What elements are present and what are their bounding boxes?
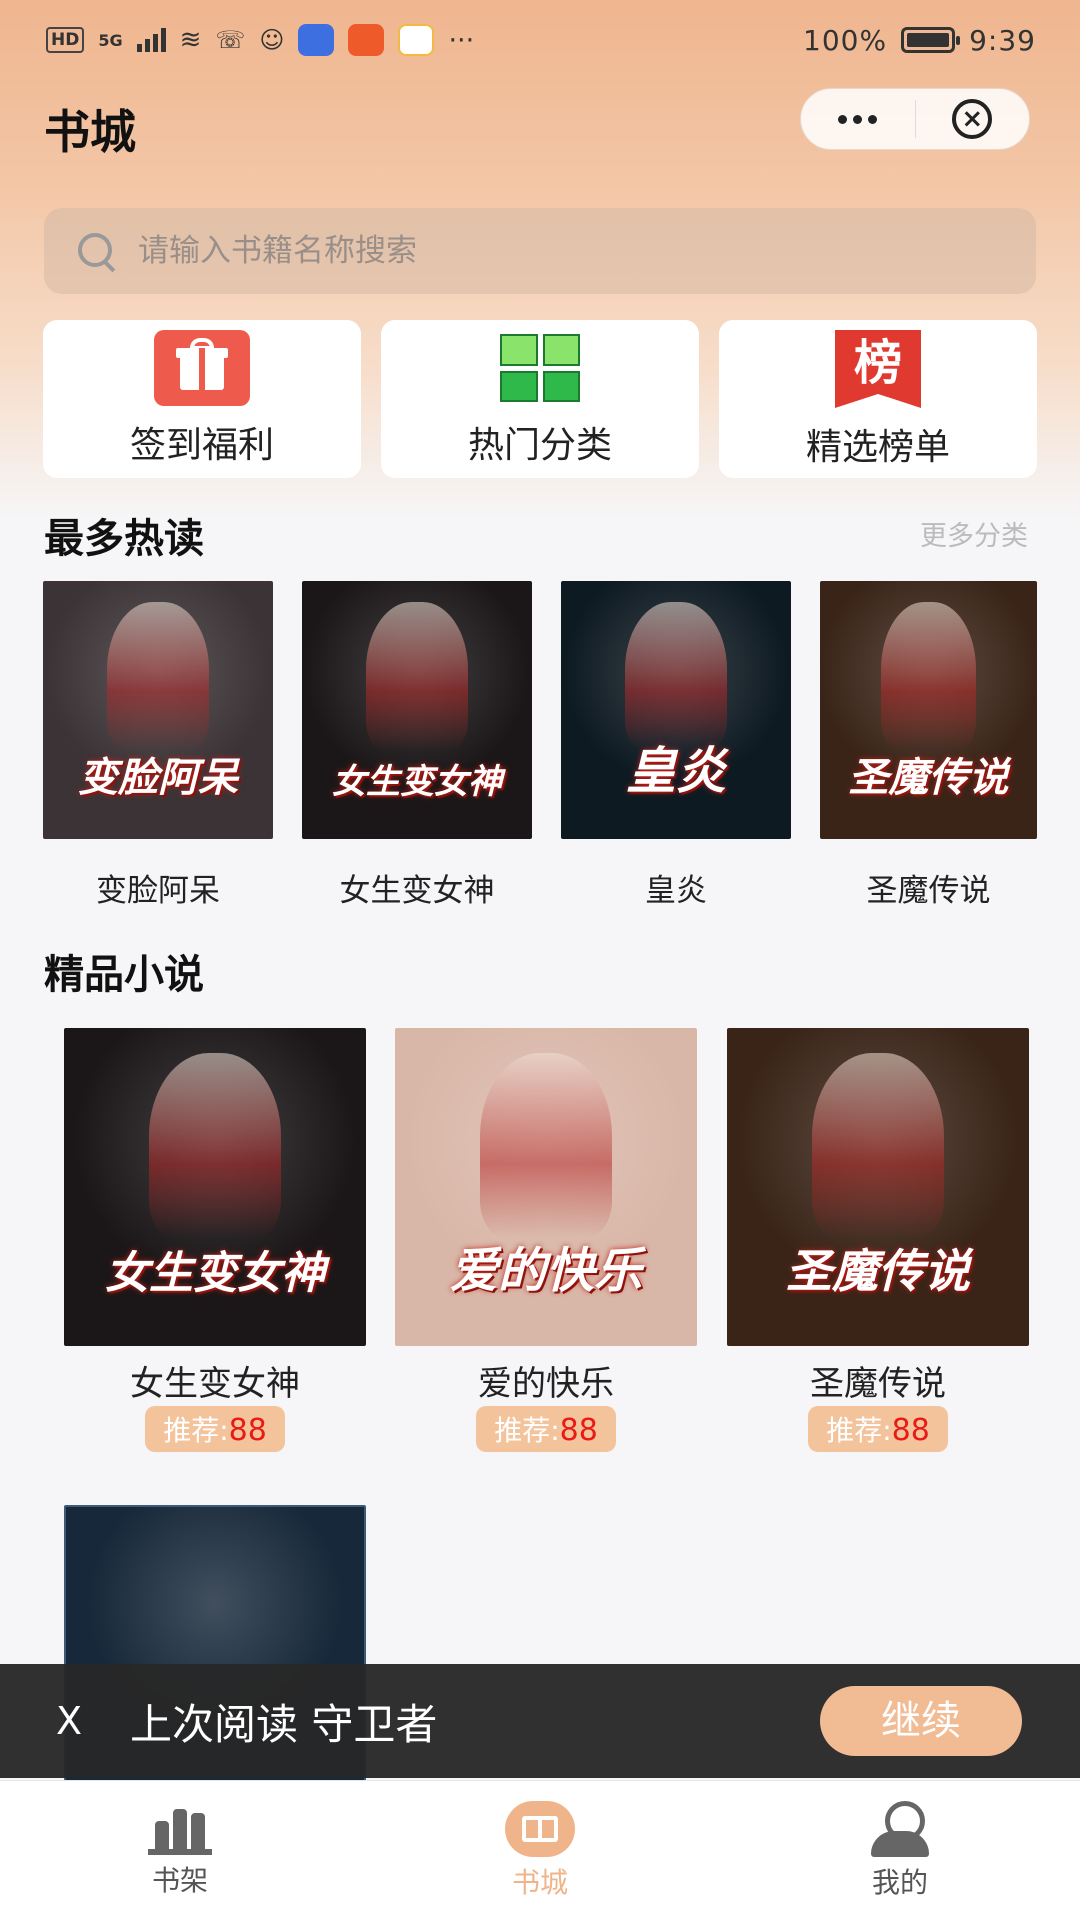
recommend-badge: 推荐:88 (808, 1406, 948, 1452)
badge-prefix: 推荐: (163, 1414, 229, 1447)
battery-icon (901, 27, 961, 53)
book-cover: 圣魔传说 (820, 581, 1037, 839)
cover-figure (148, 1053, 282, 1238)
book-name: 女生变女神 (130, 1364, 300, 1404)
featured-book-item[interactable]: 圣魔传说 圣魔传说 推荐:88 (727, 1028, 1029, 1452)
battery-percent: 100% (803, 23, 888, 57)
app-notification-icon (348, 24, 385, 56)
hot-section-title: 最多热读 (44, 516, 204, 562)
robot-icon: ☺ (259, 26, 285, 54)
tab-bookshelf[interactable]: 书架 (0, 1781, 360, 1920)
book-cover: 女生变女神 (302, 581, 532, 839)
badge-prefix: 推荐: (826, 1414, 892, 1447)
signal-icon (136, 28, 166, 52)
checkin-bonus-card[interactable]: 签到福利 (43, 320, 361, 478)
tab-label: 我的 (871, 1866, 928, 1899)
ranking-card[interactable]: 榜 精选榜单 (719, 320, 1037, 478)
cover-title: 变脸阿呆 (78, 754, 238, 801)
search-input[interactable] (138, 233, 938, 269)
app-notification-icon (398, 24, 435, 56)
close-circle-icon: × (952, 99, 993, 139)
grid-icon (500, 334, 580, 402)
more-categories-link[interactable]: 更多分类 (920, 514, 1028, 553)
cover-figure (107, 601, 209, 752)
last-read-text: 上次阅读 守卫者 (130, 1699, 438, 1749)
mini-program-capsule: × (800, 88, 1030, 150)
open-book-icon (505, 1801, 575, 1857)
book-name: 女生变女神 (339, 873, 495, 909)
status-bar: HD 5G ≋ ☏ ☺ ··· 100% 9:39 (0, 0, 1080, 80)
more-notifications-icon: ··· (448, 24, 475, 56)
featured-section-title: 精品小说 (44, 952, 204, 998)
bookshelf-icon (148, 1801, 212, 1855)
cover-figure (625, 601, 727, 752)
recommend-score: 88 (891, 1413, 930, 1448)
featured-book-item[interactable]: 爱的快乐 爱的快乐 推荐:88 (395, 1028, 697, 1452)
search-icon (76, 231, 116, 271)
book-cover: 爱的快乐 (395, 1028, 697, 1346)
featured-book-item[interactable]: 女生变女神 女生变女神 推荐:88 (64, 1028, 366, 1452)
close-button[interactable]: × (916, 89, 1030, 149)
book-name: 皇炎 (645, 873, 707, 909)
last-read-close-button[interactable]: X (56, 1699, 96, 1743)
tab-label: 书架 (151, 1864, 208, 1897)
cover-figure (811, 1053, 945, 1238)
missed-call-icon: ☏ (215, 26, 246, 54)
hot-book-item[interactable]: 变脸阿呆 变脸阿呆 (43, 581, 273, 910)
book-cover: 女生变女神 (64, 1028, 366, 1346)
book-name: 圣魔传说 (866, 873, 991, 909)
cover-figure (880, 601, 977, 752)
hot-categories-label: 热门分类 (467, 425, 612, 466)
search-bar[interactable] (44, 208, 1036, 294)
tab-label: 书城 (511, 1866, 568, 1899)
hd-indicator: HD (46, 27, 85, 53)
clock: 9:39 (969, 23, 1036, 57)
cover-title: 圣魔传说 (786, 1244, 970, 1299)
hot-book-item[interactable]: 圣魔传说 圣魔传说 (820, 581, 1037, 910)
cover-figure (479, 1053, 613, 1238)
user-icon (867, 1801, 933, 1857)
quick-actions: 签到福利 热门分类 榜 精选榜单 (43, 320, 1037, 478)
recommend-badge: 推荐:88 (476, 1406, 616, 1452)
tab-profile[interactable]: 我的 (720, 1781, 1080, 1920)
gift-icon (154, 330, 250, 406)
header: 书城 × (0, 86, 1080, 166)
book-name: 爱的快乐 (478, 1364, 614, 1404)
recommend-badge: 推荐:88 (145, 1406, 285, 1452)
cover-title: 爱的快乐 (449, 1243, 642, 1300)
app-notification-icon (298, 24, 335, 56)
more-dots-icon (838, 114, 878, 124)
tab-bookstore[interactable]: 书城 (360, 1781, 720, 1920)
more-button[interactable] (801, 89, 915, 149)
hot-book-item[interactable]: 皇炎 皇炎 (561, 581, 791, 910)
cover-title: 圣魔传说 (848, 754, 1009, 801)
status-right: 100% 9:39 (803, 24, 1036, 57)
book-cover: 变脸阿呆 (43, 581, 273, 839)
ranking-icon: 榜 (835, 330, 921, 408)
cover-figure (366, 601, 468, 752)
bottom-tab-bar: 书架 书城 我的 (0, 1780, 1080, 1920)
cover-title: 女生变女神 (105, 1248, 325, 1300)
badge-prefix: 推荐: (494, 1414, 560, 1447)
recommend-score: 88 (559, 1413, 598, 1448)
ranking-label: 精选榜单 (805, 427, 950, 468)
recommend-score: 88 (228, 1413, 267, 1448)
book-name: 变脸阿呆 (96, 873, 220, 909)
page-title: 书城 (44, 105, 136, 159)
cover-title: 女生变女神 (332, 761, 502, 802)
continue-reading-button[interactable]: 继续 (820, 1686, 1022, 1756)
book-cover: 皇炎 (561, 581, 791, 839)
last-read-bar: X 上次阅读 守卫者 继续 (0, 1664, 1080, 1778)
wifi-icon: ≋ (179, 25, 202, 55)
book-cover: 圣魔传说 (727, 1028, 1029, 1346)
checkin-bonus-label: 签到福利 (129, 425, 274, 466)
hot-book-item[interactable]: 女生变女神 女生变女神 (302, 581, 532, 910)
status-left: HD 5G ≋ ☏ ☺ ··· (46, 24, 474, 56)
network-type: 5G (98, 30, 123, 50)
hot-categories-card[interactable]: 热门分类 (381, 320, 699, 478)
book-name: 圣魔传说 (810, 1364, 946, 1404)
cover-title: 皇炎 (626, 741, 726, 800)
